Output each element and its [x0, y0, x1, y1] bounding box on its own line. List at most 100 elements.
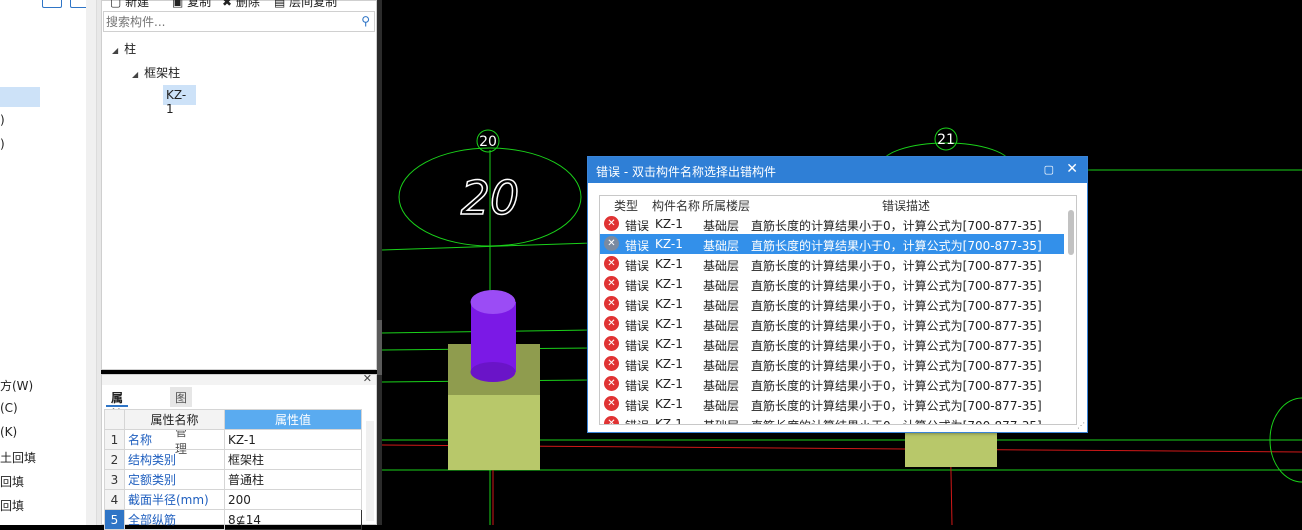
property-value[interactable]: 200 [224, 489, 362, 510]
component-name[interactable]: KZ-1 [655, 257, 683, 271]
error-dialog: 错误 - 双击构件名称选择出错构件 ▢ ✕ 类型 构件名称 所属楼层 错误描述 … [587, 156, 1088, 433]
left-item[interactable]: ) [0, 137, 5, 151]
search-input[interactable] [104, 12, 344, 31]
error-row[interactable]: ✕错误KZ-1基础层直筋长度的计算结果小于0，计算公式为[700-877-35] [600, 234, 1064, 254]
error-row[interactable]: ✕错误KZ-1基础层直筋长度的计算结果小于0，计算公式为[700-877-35] [600, 274, 1064, 294]
component-name[interactable]: KZ-1 [655, 377, 683, 391]
left-scrollbar[interactable] [86, 0, 96, 525]
close-icon[interactable]: ✕ [363, 372, 372, 385]
row-index: 1 [104, 429, 125, 450]
error-type: 错误 [625, 319, 650, 333]
left-item[interactable]: 回填 [0, 473, 24, 490]
panel-titlebar: ✕ [102, 372, 376, 385]
property-value[interactable]: KZ-1 [224, 429, 362, 450]
delete-button[interactable]: ✖ 删除 [222, 0, 260, 10]
error-row[interactable]: ✕错误KZ-1基础层直筋长度的计算结果小于0，计算公式为[700-877-35] [600, 254, 1064, 274]
collapse-arrow-icon[interactable]: ◢ [132, 70, 138, 79]
component-name[interactable]: KZ-1 [655, 297, 683, 311]
property-value[interactable]: 框架柱 [224, 449, 362, 470]
table-row[interactable]: 4 截面半径(mm) 200 [104, 489, 362, 510]
table-row[interactable]: 5 全部纵筋 8⊈14 [104, 509, 362, 530]
error-row[interactable]: ✕错误KZ-1基础层直筋长度的计算结果小于0，计算公式为[700-877-35] [600, 394, 1064, 414]
component-name[interactable]: KZ-1 [655, 237, 683, 251]
error-row[interactable]: ✕错误KZ-1基础层直筋长度的计算结果小于0，计算公式为[700-877-35] [600, 294, 1064, 314]
error-type: 错误 [625, 279, 650, 293]
copy-button[interactable]: ▣ 复制 [172, 0, 211, 10]
header-name: 属性名称 [124, 409, 225, 430]
component-name[interactable]: KZ-1 [655, 277, 683, 291]
table-row[interactable]: 2 结构类别 框架柱 [104, 449, 362, 470]
collapse-arrow-icon[interactable]: ◢ [112, 46, 118, 55]
dialog-titlebar[interactable]: 错误 - 双击构件名称选择出错构件 ▢ ✕ [588, 157, 1087, 183]
component-toolbar: ▢ 新建 ▣ 复制 ✖ 删除 ▤ 层间复制 [102, 0, 378, 9]
property-value[interactable]: 普通柱 [224, 469, 362, 490]
col-type[interactable]: 类型 [614, 197, 638, 214]
table-row[interactable]: 1 名称 KZ-1 [104, 429, 362, 450]
error-icon: ✕ [604, 416, 619, 424]
component-search[interactable]: ⚲ [103, 11, 375, 32]
error-list[interactable]: 类型 构件名称 所属楼层 错误描述 ✕ 错误 KZ-1 基础层 直筋长度的计算结果小于0… [599, 195, 1077, 425]
error-row[interactable]: ✕错误KZ-1基础层直筋长度的计算结果小于0，计算公式为[700-877-35] [600, 414, 1064, 424]
column-top[interactable] [470, 290, 516, 314]
tab-layer-management[interactable]: 图层管理 [170, 387, 193, 456]
property-value[interactable]: 8⊈14 [224, 509, 362, 530]
col-name[interactable]: 构件名称 [652, 197, 700, 214]
left-item[interactable]: 方(W) [0, 377, 33, 394]
new-button[interactable]: ▢ 新建 [110, 0, 149, 10]
search-icon[interactable]: ⚲ [361, 14, 370, 28]
component-name[interactable]: KZ-1 [655, 217, 683, 231]
left-item[interactable]: (K) [0, 425, 17, 439]
error-description: 直筋长度的计算结果小于0，计算公式为[700-877-35] [751, 359, 1042, 373]
floor-name: 基础层 [703, 259, 740, 273]
footing-block[interactable] [905, 430, 997, 467]
floor-name: 基础层 [703, 319, 740, 333]
error-icon: ✕ [604, 256, 619, 271]
error-row[interactable]: ✕错误KZ-1基础层直筋长度的计算结果小于0，计算公式为[700-877-35] [600, 334, 1064, 354]
error-description: 直筋长度的计算结果小于0，计算公式为[700-877-35] [751, 417, 1042, 424]
error-icon: ✕ [604, 396, 619, 411]
component-name[interactable]: KZ-1 [655, 417, 683, 424]
left-item[interactable]: 回填 [0, 497, 24, 514]
tree-node-leaf[interactable]: KZ-1 [163, 85, 196, 116]
error-type: 错误 [625, 299, 650, 313]
error-icon: ✕ [604, 316, 619, 331]
error-row[interactable]: ✕错误KZ-1基础层直筋长度的计算结果小于0，计算公式为[700-877-35] [600, 354, 1064, 374]
error-icon: ✕ [604, 336, 619, 351]
tree-node-child[interactable]: ◢ 框架柱 [132, 64, 180, 81]
table-row[interactable]: 3 定额类别 普通柱 [104, 469, 362, 490]
component-name[interactable]: KZ-1 [655, 317, 683, 331]
component-name[interactable]: KZ-1 [655, 357, 683, 371]
tab-property-list[interactable]: 属性列表 [106, 387, 129, 456]
floor-name: 基础层 [703, 359, 740, 373]
close-icon[interactable]: ✕ [1066, 161, 1078, 177]
copy-layer-button[interactable]: ▤ 层间复制 [274, 0, 337, 10]
col-floor[interactable]: 所属楼层 [702, 197, 750, 214]
component-name[interactable]: KZ-1 [655, 397, 683, 411]
tree-node-root[interactable]: ◢ 柱 [112, 40, 136, 57]
error-description: 直筋长度的计算结果小于0，计算公式为[700-877-35] [751, 319, 1042, 333]
selected-item-highlight[interactable] [0, 87, 40, 107]
error-icon: ✕ [604, 276, 619, 291]
col-desc[interactable]: 错误描述 [882, 197, 930, 214]
toolbar-icon[interactable] [42, 0, 62, 8]
component-name[interactable]: KZ-1 [655, 337, 683, 351]
properties-scrollbar[interactable] [366, 421, 374, 521]
resize-grip-icon[interactable]: ⋰ [1077, 421, 1085, 430]
floor-name: 基础层 [703, 339, 740, 353]
error-row[interactable]: ✕ 错误 KZ-1 基础层直筋长度的计算结果小于0，计算公式为[700-877-35] [600, 314, 1064, 334]
left-item[interactable]: ) [0, 113, 5, 127]
column-base[interactable] [470, 362, 516, 382]
left-panel: ) ) 方(W) (C) (K) 土回填 回填 回填 [0, 0, 97, 525]
error-row[interactable]: ✕错误KZ-1基础层直筋长度的计算结果小于0，计算公式为[700-877-35] [600, 374, 1064, 394]
maximize-icon[interactable]: ▢ [1044, 163, 1054, 176]
left-item[interactable]: 土回填 [0, 449, 36, 466]
error-list-scrollbar[interactable] [1068, 210, 1074, 420]
left-item[interactable]: (C) [0, 401, 18, 415]
error-row[interactable]: ✕错误KZ-1基础层直筋长度的计算结果小于0，计算公式为[700-877-35] [600, 214, 1064, 234]
row-index: 5 [104, 509, 125, 530]
scroll-thumb[interactable] [1068, 210, 1074, 255]
error-type: 错误 [625, 379, 650, 393]
row-index: 4 [104, 489, 125, 510]
floor-name: 基础层 [703, 379, 740, 393]
error-description: 直筋长度的计算结果小于0，计算公式为[700-877-35] [751, 279, 1042, 293]
